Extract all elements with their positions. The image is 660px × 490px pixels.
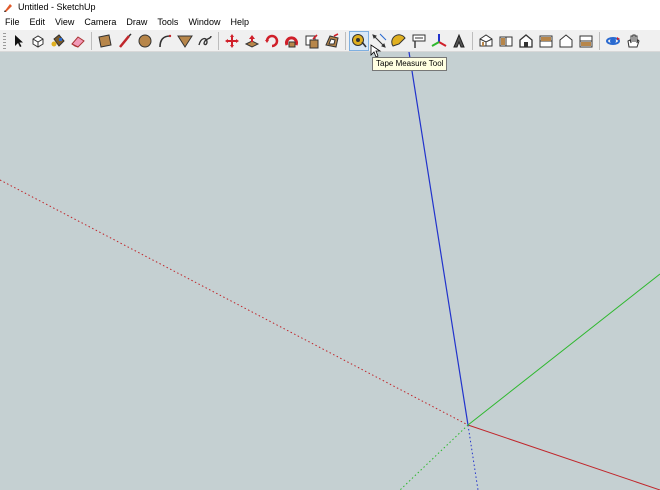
protractor-icon [391,33,406,47]
menu-window[interactable]: Window [183,15,225,29]
tooltip: Tape Measure Tool [372,57,448,71]
move-icon [225,33,239,48]
pan-icon [627,34,640,47]
rotate-icon [265,34,279,47]
push-pull-button[interactable] [243,32,261,50]
scale-button[interactable] [303,32,321,50]
toolbar-separator [599,31,600,50]
pan-button[interactable] [624,32,642,50]
polygon-button[interactable] [176,32,194,50]
menu-view[interactable]: View [50,15,79,29]
text-icon [412,34,426,48]
rectangle-button[interactable] [96,32,114,50]
arc-button[interactable] [156,32,174,50]
left-view-icon [579,35,593,47]
axes-icon [431,33,447,47]
toolbar-separator [218,31,219,50]
select-icon [15,34,23,47]
blue-axis-positive [408,52,469,426]
offset-icon [325,32,339,48]
polygon-icon [177,35,193,48]
window-title: Untitled - SketchUp [18,2,96,12]
eraser-button[interactable] [69,32,87,50]
tape-measure-button[interactable] [349,30,369,51]
front-view-button[interactable] [517,32,535,50]
freehand-icon [198,35,212,45]
make-component-button[interactable] [29,32,47,50]
top-view-icon [499,36,513,46]
left-view-button[interactable] [577,32,595,50]
tape-measure-icon [352,33,367,47]
paint-bucket-button[interactable] [49,32,67,50]
circle-button[interactable] [136,32,154,50]
back-view-button[interactable] [557,32,575,50]
push-pull-icon [244,34,260,48]
front-view-icon [519,33,533,48]
red-axis-negative [0,179,469,426]
right-view-icon [539,35,553,47]
eraser-icon [71,35,85,48]
circle-icon [138,34,152,47]
3d-text-button[interactable] [450,32,468,50]
orbit-button[interactable] [604,32,622,50]
toolbar-separator [91,31,92,50]
title-bar: Untitled - SketchUp [0,0,660,15]
rectangle-icon [98,33,112,48]
menu-draw[interactable]: Draw [121,15,152,29]
rotate-button[interactable] [263,32,281,50]
select-tool-button[interactable] [9,32,27,50]
sketchup-logo-icon [4,3,12,12]
menu-camera[interactable]: Camera [79,15,121,29]
blue-axis-negative [467,424,479,490]
main-toolbar [0,30,660,52]
text-button[interactable] [410,32,428,50]
menu-bar: File Edit View Camera Draw Tools Window … [0,15,660,29]
right-view-button[interactable] [537,32,555,50]
menu-tools[interactable]: Tools [152,15,183,29]
mouse-cursor-icon [370,44,382,58]
freehand-button[interactable] [196,32,214,50]
iso-view-icon [479,33,493,46]
red-axis-positive [467,424,660,490]
toolbar-separator [345,31,346,50]
offset-button[interactable] [323,32,341,50]
menu-file[interactable]: File [0,15,25,29]
green-axis-positive [467,273,660,426]
3d-text-icon [453,33,465,47]
menu-help[interactable]: Help [225,15,254,29]
toolbar-separator [472,31,473,50]
iso-view-button[interactable] [477,32,495,50]
line-icon [119,32,132,48]
arc-icon [159,34,172,47]
axes-canvas [0,52,660,490]
orbit-icon [606,36,620,45]
green-axis-negative [399,424,469,490]
line-button[interactable] [116,32,134,50]
protractor-button[interactable] [390,32,408,50]
back-view-icon [559,33,573,47]
move-button[interactable] [223,32,241,50]
scale-icon [305,33,319,48]
follow-me-button[interactable] [283,32,301,50]
toolbar-grip[interactable] [3,32,6,49]
paint-bucket-icon [51,33,65,47]
axes-button[interactable] [430,32,448,50]
top-view-button[interactable] [497,32,515,50]
drawing-area[interactable] [0,52,660,490]
menu-edit[interactable]: Edit [25,15,51,29]
follow-me-icon [285,35,298,47]
make-component-icon [32,34,44,48]
